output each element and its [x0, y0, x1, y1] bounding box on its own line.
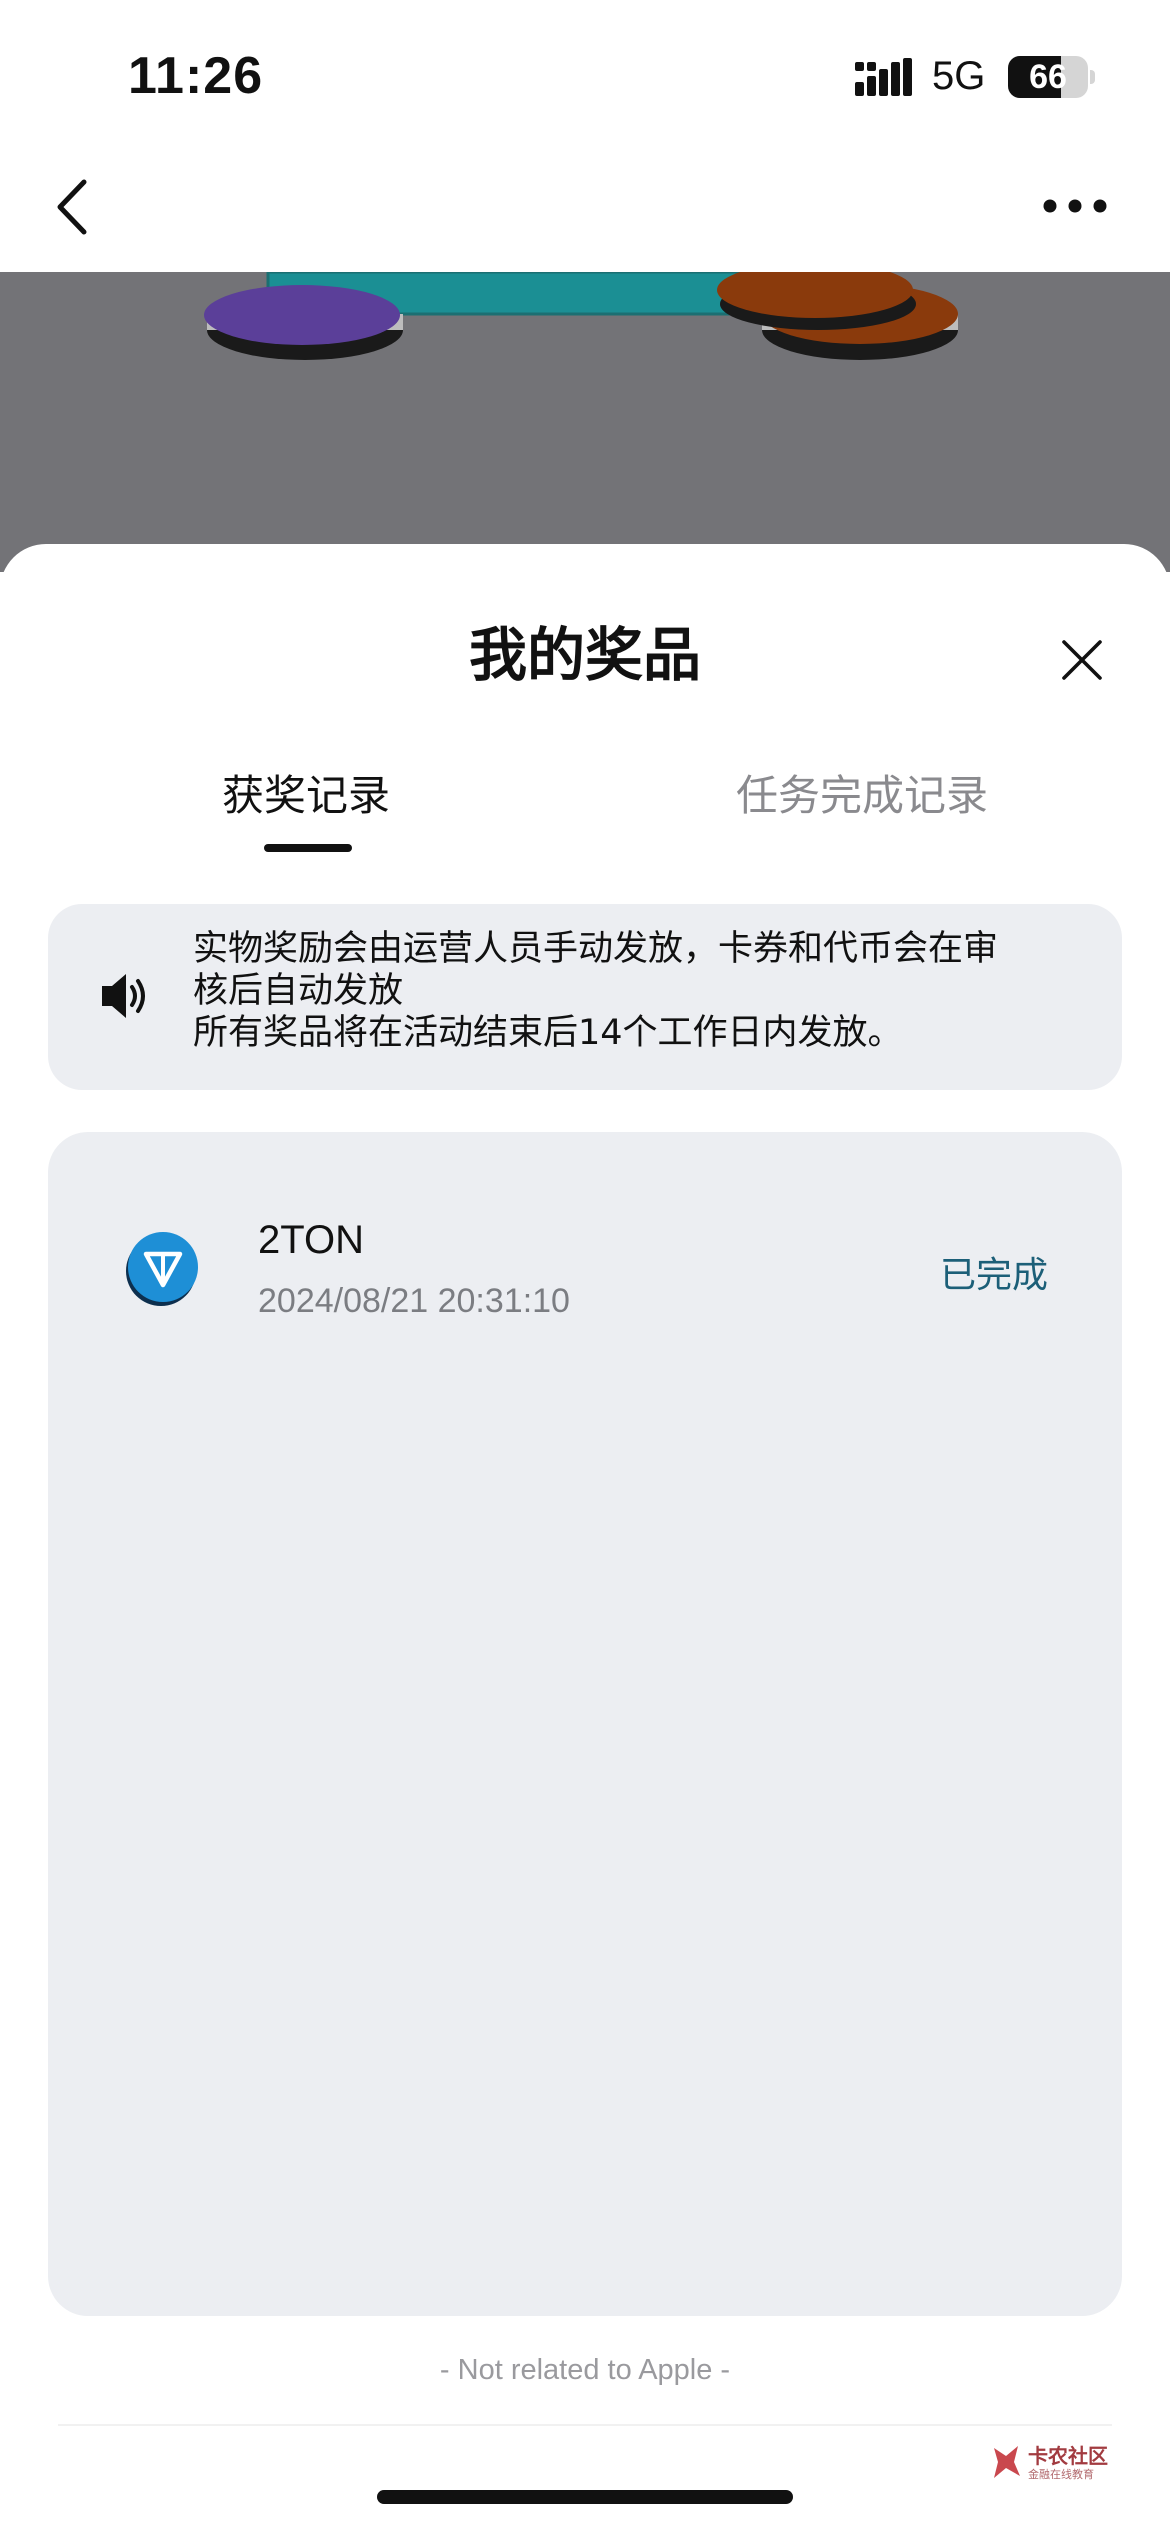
watermark-icon — [994, 2446, 1020, 2478]
divider — [58, 2424, 1112, 2426]
tab-award-records[interactable]: 获奖记录 — [222, 762, 390, 823]
notice-line: 所有奖品将在活动结束后14个工作日内发放。 — [193, 1013, 903, 1053]
ellipsis-icon[interactable] — [1040, 188, 1110, 224]
chevron-left-icon[interactable] — [50, 172, 100, 242]
tab-task-records[interactable]: 任务完成记录 — [736, 762, 988, 823]
sheet-title: 我的奖品 — [468, 621, 701, 689]
speaker-icon — [102, 974, 145, 1018]
banner-background — [0, 272, 1170, 572]
battery-icon: 66 — [1008, 56, 1088, 98]
record-name: 2TON — [258, 1218, 364, 1262]
footer-note: - Not related to Apple - — [439, 2354, 731, 2386]
coins-illustration — [204, 272, 958, 360]
home-indicator[interactable] — [377, 2490, 793, 2504]
active-tab-indicator — [264, 844, 352, 852]
records-list — [48, 1132, 1122, 2316]
record-status: 已完成 — [940, 1255, 1049, 1296]
record-time: 2024/08/21 20:31:10 — [258, 1282, 570, 1320]
notice-line: 核后自动发放 — [193, 971, 404, 1011]
watermark-logo: 卡农社区 金融在线教育 — [990, 2440, 1110, 2486]
status-bar: 11:26 5G 66 — [0, 0, 1170, 150]
notice-text: 实物奖励会由运营人员手动发放，卡券和代币会在审 核后自动发放 所有奖品将在活动结… — [193, 928, 1053, 1054]
battery-level: 66 — [1029, 58, 1067, 96]
watermark-text: 卡农社区 — [1028, 2444, 1108, 2468]
battery-tip — [1090, 70, 1095, 84]
status-time: 11:26 — [128, 47, 264, 105]
network-type: 5G — [932, 54, 986, 98]
watermark-subtext: 金融在线教育 — [1028, 2468, 1094, 2481]
notice-line: 实物奖励会由运营人员手动发放，卡券和代币会在审 — [193, 929, 999, 969]
signal-icon — [855, 58, 912, 96]
ton-icon — [126, 1232, 198, 1306]
close-icon[interactable] — [1058, 636, 1106, 684]
